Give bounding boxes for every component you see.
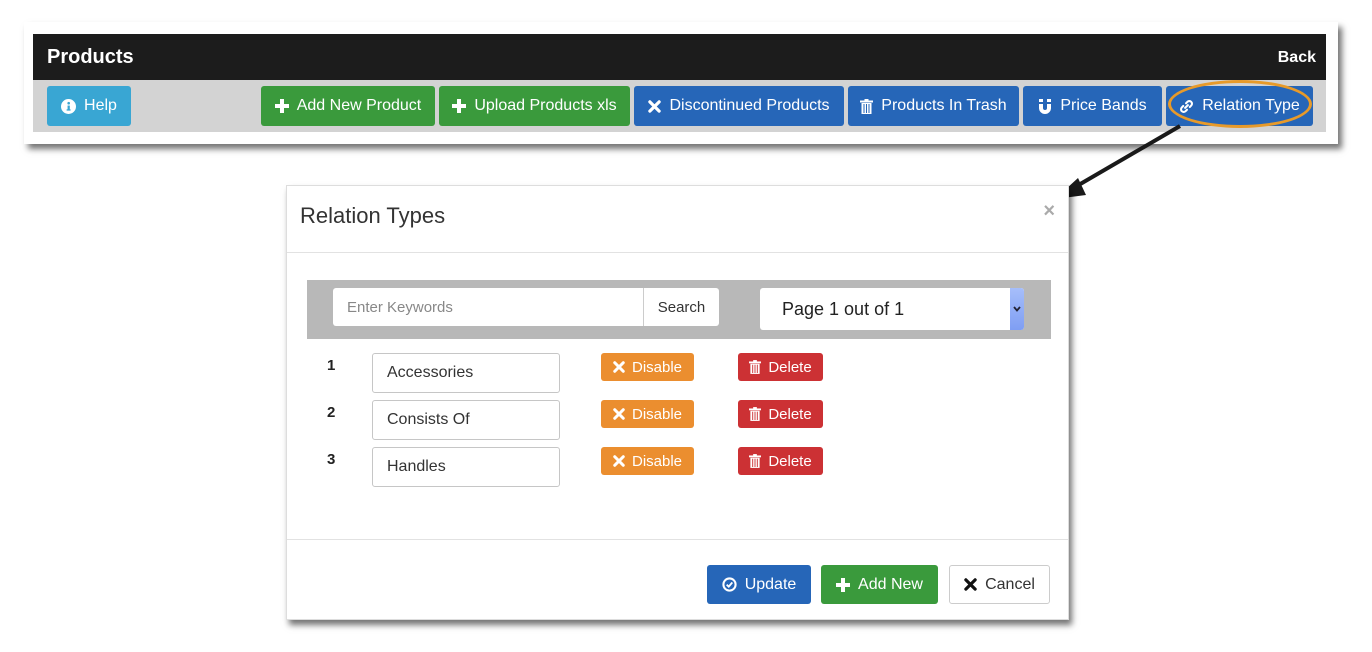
delete-label: Delete [768,358,812,376]
page-select[interactable]: Page 1 out of 1 [760,288,1024,330]
delete-button[interactable]: Delete [738,400,823,428]
delete-button[interactable]: Delete [738,447,823,475]
page-select-value: Page 1 out of 1 [782,299,905,319]
delete-label: Delete [768,452,812,470]
magnet-icon [1038,98,1052,114]
relation-name-input[interactable] [372,400,560,440]
plus-icon [274,99,289,113]
discontinued-products-label: Discontinued Products [669,97,830,114]
close-icon [648,99,662,113]
relation-row: 1 Disable Delete [287,353,1068,397]
add-new-label: Add New [858,575,923,593]
upload-products-xls-button[interactable]: Upload Products xls [439,86,630,126]
link-icon [1179,99,1194,114]
cancel-label: Cancel [985,575,1035,593]
cancel-button[interactable]: Cancel [949,565,1050,604]
trash-icon [749,407,762,421]
modal-footer-divider [287,539,1068,540]
back-link[interactable]: Back [1278,49,1316,67]
products-in-trash-label: Products In Trash [881,97,1007,114]
row-number: 3 [327,451,336,468]
relation-type-label: Relation Type [1202,97,1300,114]
help-label: Help [84,97,117,114]
relation-name-input[interactable] [372,447,560,487]
upload-products-xls-label: Upload Products xls [474,97,617,114]
price-bands-button[interactable]: Price Bands [1023,86,1162,126]
plus-icon [836,577,851,592]
add-new-button[interactable]: Add New [821,565,938,604]
row-number: 2 [327,404,336,421]
discontinued-products-button[interactable]: Discontinued Products [634,86,844,126]
modal-divider [287,252,1068,253]
update-button[interactable]: Update [707,565,811,604]
disable-label: Disable [631,358,683,376]
disable-label: Disable [631,405,683,423]
help-button[interactable]: Help [47,86,131,126]
relation-types-modal: Relation Types × Search Page 1 out of 1 … [286,185,1069,620]
search-button[interactable]: Search [643,288,719,326]
disable-button[interactable]: Disable [601,447,694,475]
search-bar: Search Page 1 out of 1 [307,280,1051,339]
products-in-trash-button[interactable]: Products In Trash [848,86,1019,126]
row-number: 1 [327,357,336,374]
disable-button[interactable]: Disable [601,400,694,428]
disable-button[interactable]: Disable [601,353,694,381]
relation-type-button[interactable]: Relation Type [1166,86,1313,126]
page-title: Products [47,46,134,68]
search-input[interactable] [333,288,643,326]
chevron-down-icon[interactable] [1010,288,1024,330]
trash-icon [749,454,762,468]
plus-icon [452,99,467,113]
close-icon [613,408,625,420]
trash-icon [749,360,762,374]
update-label: Update [744,575,797,593]
relation-name-input[interactable] [372,353,560,393]
relation-row: 3 Disable Delete [287,447,1068,491]
disable-label: Disable [631,452,683,470]
add-new-product-label: Add New Product [296,97,422,114]
close-icon[interactable]: × [1043,200,1055,223]
products-panel: Products Back Help Add New Product Uploa… [24,22,1338,144]
delete-label: Delete [768,405,812,423]
modal-title: Relation Types [300,203,446,228]
check-circle-icon [722,577,737,592]
trash-icon [860,98,874,114]
close-icon [964,578,977,591]
delete-button[interactable]: Delete [738,353,823,381]
close-icon [613,455,625,467]
close-icon [613,361,625,373]
add-new-product-button[interactable]: Add New Product [261,86,435,126]
info-icon [61,98,77,114]
products-toolbar: Help Add New Product Upload Products xls… [33,80,1326,132]
products-header: Products Back [33,34,1326,80]
relation-row: 2 Disable Delete [287,400,1068,444]
price-bands-label: Price Bands [1060,97,1147,114]
